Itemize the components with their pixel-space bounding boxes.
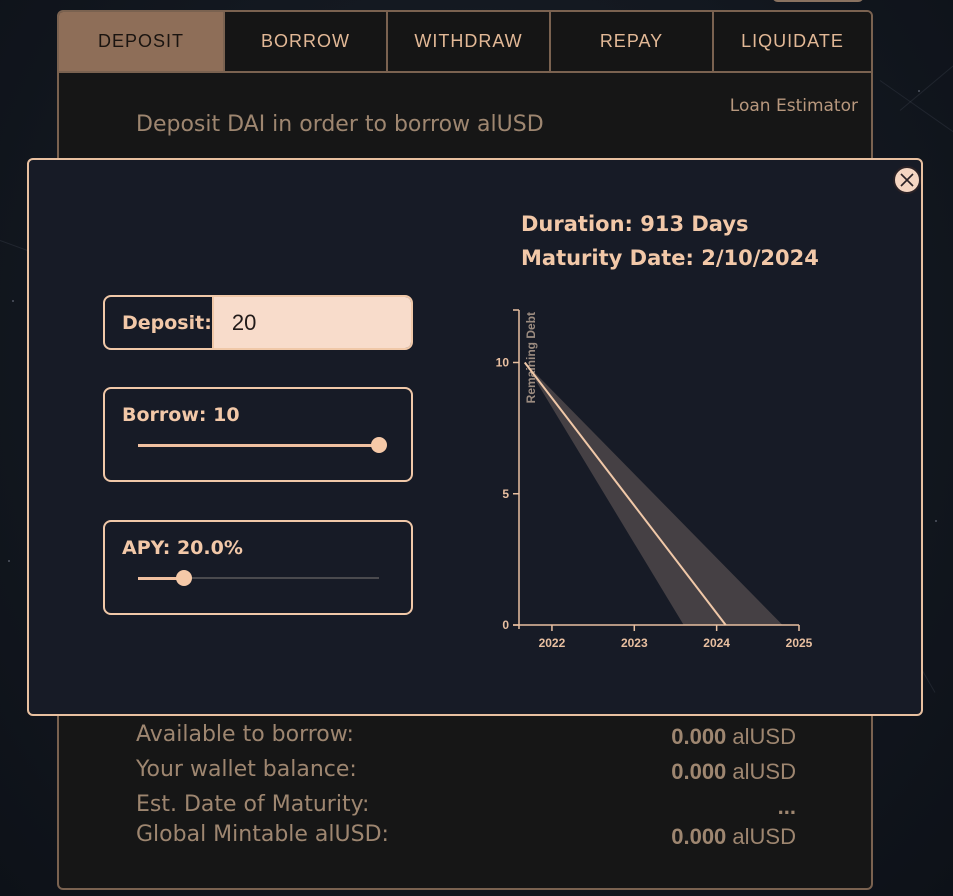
x-tick-label: 2023 [621, 636, 648, 650]
debt-chart-svg: 0 5 10 2022 2023 2024 2025 Remaining Debt [496, 309, 813, 650]
y-tick-label: 10 [496, 356, 510, 370]
deposit-field: Deposit: [103, 295, 413, 350]
stat-wallet-balance: Your wallet balance: 0.000 alUSD [136, 757, 796, 792]
stat-amount: 0.000 [671, 724, 727, 749]
stats-list: Available to borrow: 0.000 alUSD Your wa… [136, 722, 796, 857]
maturity-date-text: Maturity Date: 2/10/2024 [521, 246, 819, 270]
stat-amount: ... [777, 794, 796, 819]
stat-amount: 0.000 [671, 759, 727, 784]
x-tick-label: 2025 [786, 636, 813, 650]
borrow-slider-box: Borrow: 10 [103, 387, 413, 482]
stat-amount: 0.000 [671, 824, 727, 849]
stat-value: 0.000 alUSD [671, 724, 796, 750]
stat-value: 0.000 alUSD [671, 759, 796, 785]
stat-global-mintable: Global Mintable alUSD: 0.000 alUSD [136, 822, 796, 857]
close-button[interactable] [893, 166, 921, 194]
stat-label: Est. Date of Maturity: [136, 792, 370, 817]
stat-label: Global Mintable alUSD: [136, 822, 389, 847]
uncertainty-band [524, 362, 783, 625]
y-axis-label: Remaining Debt [524, 312, 538, 403]
apy-slider-track[interactable] [138, 570, 379, 586]
apy-slider-box: APY: 20.0% [103, 520, 413, 615]
stat-unit: alUSD [732, 724, 796, 749]
duration-text: Duration: 913 Days [521, 212, 749, 236]
deposit-heading: Deposit DAI in order to borrow alUSD [136, 112, 544, 137]
tab-bar: DEPOSIT BORROW WITHDRAW REPAY LIQUIDATE [59, 12, 871, 73]
tab-liquidate[interactable]: LIQUIDATE [714, 12, 871, 71]
y-tick-label: 5 [502, 487, 509, 501]
stat-label: Available to borrow: [136, 722, 354, 747]
stat-value: ... [778, 794, 796, 820]
deposit-label: Deposit: [105, 297, 214, 348]
borrow-slider-handle[interactable] [371, 437, 387, 453]
borrow-slider-track[interactable] [138, 437, 387, 453]
loan-estimator-modal: Duration: 913 Days Maturity Date: 2/10/2… [27, 158, 923, 716]
remaining-debt-line [523, 361, 727, 626]
debt-chart: 0 5 10 2022 2023 2024 2025 Remaining Debt [469, 295, 889, 669]
tab-withdraw[interactable]: WITHDRAW [388, 12, 551, 71]
stat-available-to-borrow: Available to borrow: 0.000 alUSD [136, 722, 796, 757]
close-x-icon [900, 173, 914, 187]
x-tick-label: 2024 [703, 636, 730, 650]
tab-borrow[interactable]: BORROW [225, 12, 388, 71]
stat-value: 0.000 alUSD [671, 824, 796, 850]
stat-label: Your wallet balance: [136, 757, 357, 782]
loan-estimator-link[interactable]: Loan Estimator [730, 96, 858, 116]
y-tick-label: 0 [502, 618, 509, 632]
borrow-slider-fill [138, 444, 379, 447]
stat-est-maturity: Est. Date of Maturity: ... [136, 792, 796, 822]
stat-unit: alUSD [732, 824, 796, 849]
x-tick-label: 2022 [539, 636, 566, 650]
tab-repay[interactable]: REPAY [551, 12, 714, 71]
tab-deposit[interactable]: DEPOSIT [59, 12, 225, 71]
deposit-input[interactable] [213, 297, 411, 348]
apy-slider-handle[interactable] [175, 570, 192, 586]
top-pill-decoration [772, 0, 864, 2]
stat-unit: alUSD [732, 759, 796, 784]
borrow-label: Borrow: 10 [122, 404, 240, 426]
apy-label: APY: 20.0% [122, 537, 243, 559]
